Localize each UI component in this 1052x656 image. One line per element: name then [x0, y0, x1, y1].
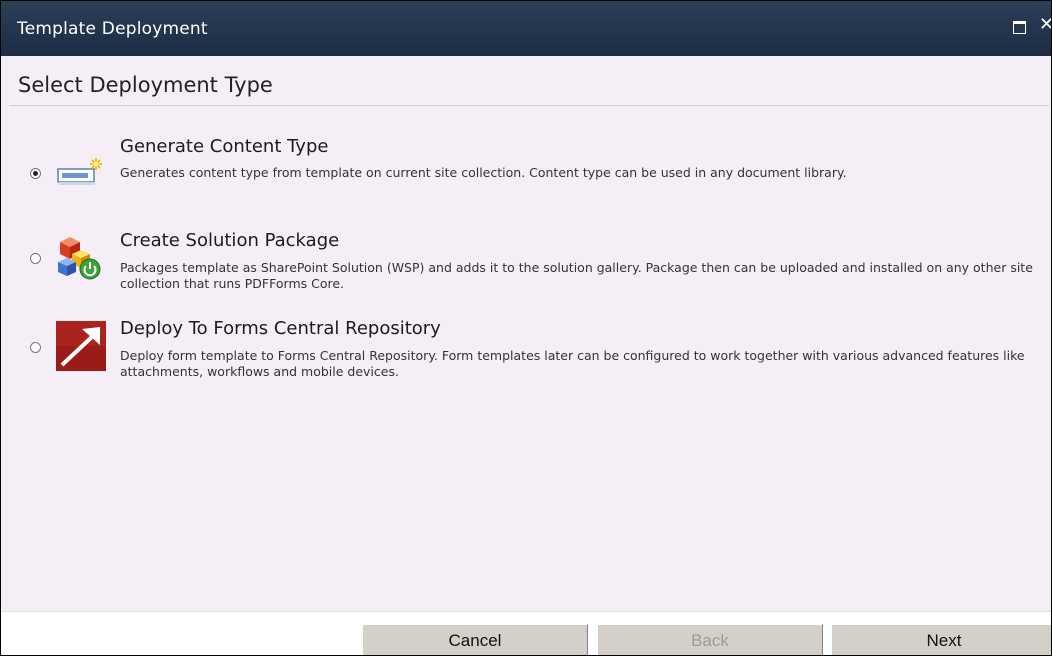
radio-deploy-forms-central-repository[interactable]: [30, 342, 41, 353]
solution-package-icon: [58, 237, 101, 280]
title-bar: Template Deployment ✕: [1, 1, 1051, 56]
cancel-button[interactable]: Cancel: [362, 624, 588, 655]
maximize-icon[interactable]: [1013, 21, 1026, 34]
forms-repository-icon: [56, 321, 106, 371]
next-button[interactable]: Next: [831, 624, 1051, 655]
option-title: Create Solution Package: [120, 230, 340, 251]
option-description: Deploy form template to Forms Central Re…: [120, 348, 1025, 379]
option-description: Packages template as SharePoint Solution…: [120, 260, 1033, 291]
page-heading: Select Deployment Type: [18, 73, 273, 97]
back-button[interactable]: Back: [597, 624, 823, 655]
template-deployment-dialog: Template Deployment ✕ Select Deployment …: [0, 0, 1052, 656]
radio-create-solution-package[interactable]: [30, 253, 41, 264]
content-type-icon: [57, 158, 102, 185]
option-title: Generate Content Type: [120, 136, 329, 157]
heading-divider: [9, 105, 1049, 106]
close-icon[interactable]: ✕: [1039, 15, 1051, 35]
window-title: Template Deployment: [17, 19, 208, 39]
dialog-content: Select Deployment Type Generate Content …: [1, 56, 1051, 611]
radio-generate-content-type[interactable]: [30, 168, 41, 179]
option-title: Deploy To Forms Central Repository: [120, 318, 441, 339]
option-description: Generates content type from template on …: [120, 165, 847, 180]
dialog-footer: Cancel Back Next: [1, 611, 1051, 655]
